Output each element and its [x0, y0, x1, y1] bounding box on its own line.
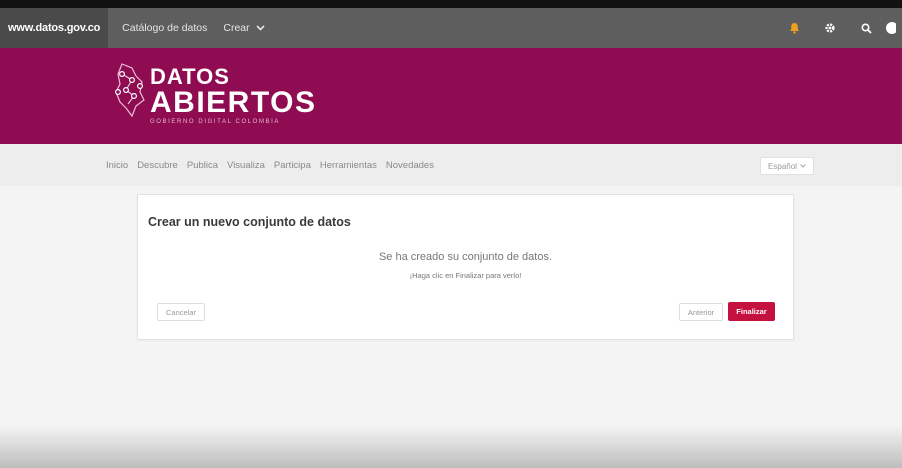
- nav-item-inicio[interactable]: Inicio: [106, 160, 128, 171]
- site-link[interactable]: www.datos.gov.co: [0, 8, 109, 48]
- finish-button[interactable]: Finalizar: [728, 302, 775, 321]
- gear-icon: [825, 23, 835, 33]
- bell-icon: [789, 23, 799, 34]
- nav-item-descubre[interactable]: Descubre: [137, 160, 178, 171]
- logo-tagline: GOBIERNO DIGITAL COLOMBIA: [150, 119, 281, 125]
- nav-item-novedades[interactable]: Novedades: [386, 160, 434, 171]
- settings-button[interactable]: [812, 8, 848, 48]
- cancel-button[interactable]: Cancelar: [157, 303, 205, 321]
- nav-item-publica[interactable]: Publica: [187, 160, 218, 171]
- notification-button[interactable]: [776, 8, 812, 48]
- datos-abiertos-logo[interactable]: DATOS ABIERTOS GOBIERNO DIGITAL COLOMBIA: [112, 60, 316, 125]
- page: www.datos.gov.co Catálogo de datos Crear: [0, 8, 902, 468]
- create-label: Crear: [223, 22, 250, 34]
- nav-item-participa[interactable]: Participa: [274, 160, 311, 171]
- main-nav: Inicio Descubre Publica Visualiza Partic…: [0, 144, 902, 186]
- top-bar: www.datos.gov.co Catálogo de datos Crear: [0, 8, 902, 48]
- previous-button[interactable]: Anterior: [679, 303, 723, 321]
- bottom-shadow: [0, 426, 902, 468]
- user-button[interactable]: [884, 8, 902, 48]
- create-dataset-card: Crear un nuevo conjunto de datos Se ha c…: [137, 194, 794, 340]
- language-label: Español: [768, 161, 797, 171]
- chevron-down-icon: [256, 25, 265, 31]
- search-icon: [860, 22, 872, 34]
- user-icon: [886, 22, 896, 34]
- success-message: Se ha creado su conjunto de datos.: [378, 251, 553, 263]
- success-submessage: ¡Haga clic en Finalizar para verlo!: [409, 271, 522, 280]
- nav-item-herramientas[interactable]: Herramientas: [320, 160, 377, 171]
- card-title: Crear un nuevo conjunto de datos: [148, 215, 351, 229]
- colombia-map-icon: [114, 63, 145, 118]
- logo-line-2: ABIERTOS: [150, 86, 317, 119]
- nav-item-visualiza[interactable]: Visualiza: [227, 160, 265, 171]
- chevron-down-icon: [800, 164, 806, 168]
- language-select[interactable]: Español: [760, 157, 814, 175]
- catalog-link[interactable]: Catálogo de datos: [122, 22, 207, 34]
- create-menu[interactable]: Crear: [223, 22, 265, 34]
- site-banner: DATOS ABIERTOS GOBIERNO DIGITAL COLOMBIA: [0, 48, 902, 144]
- logo-line-1: DATOS: [150, 64, 230, 89]
- search-button[interactable]: [848, 8, 884, 48]
